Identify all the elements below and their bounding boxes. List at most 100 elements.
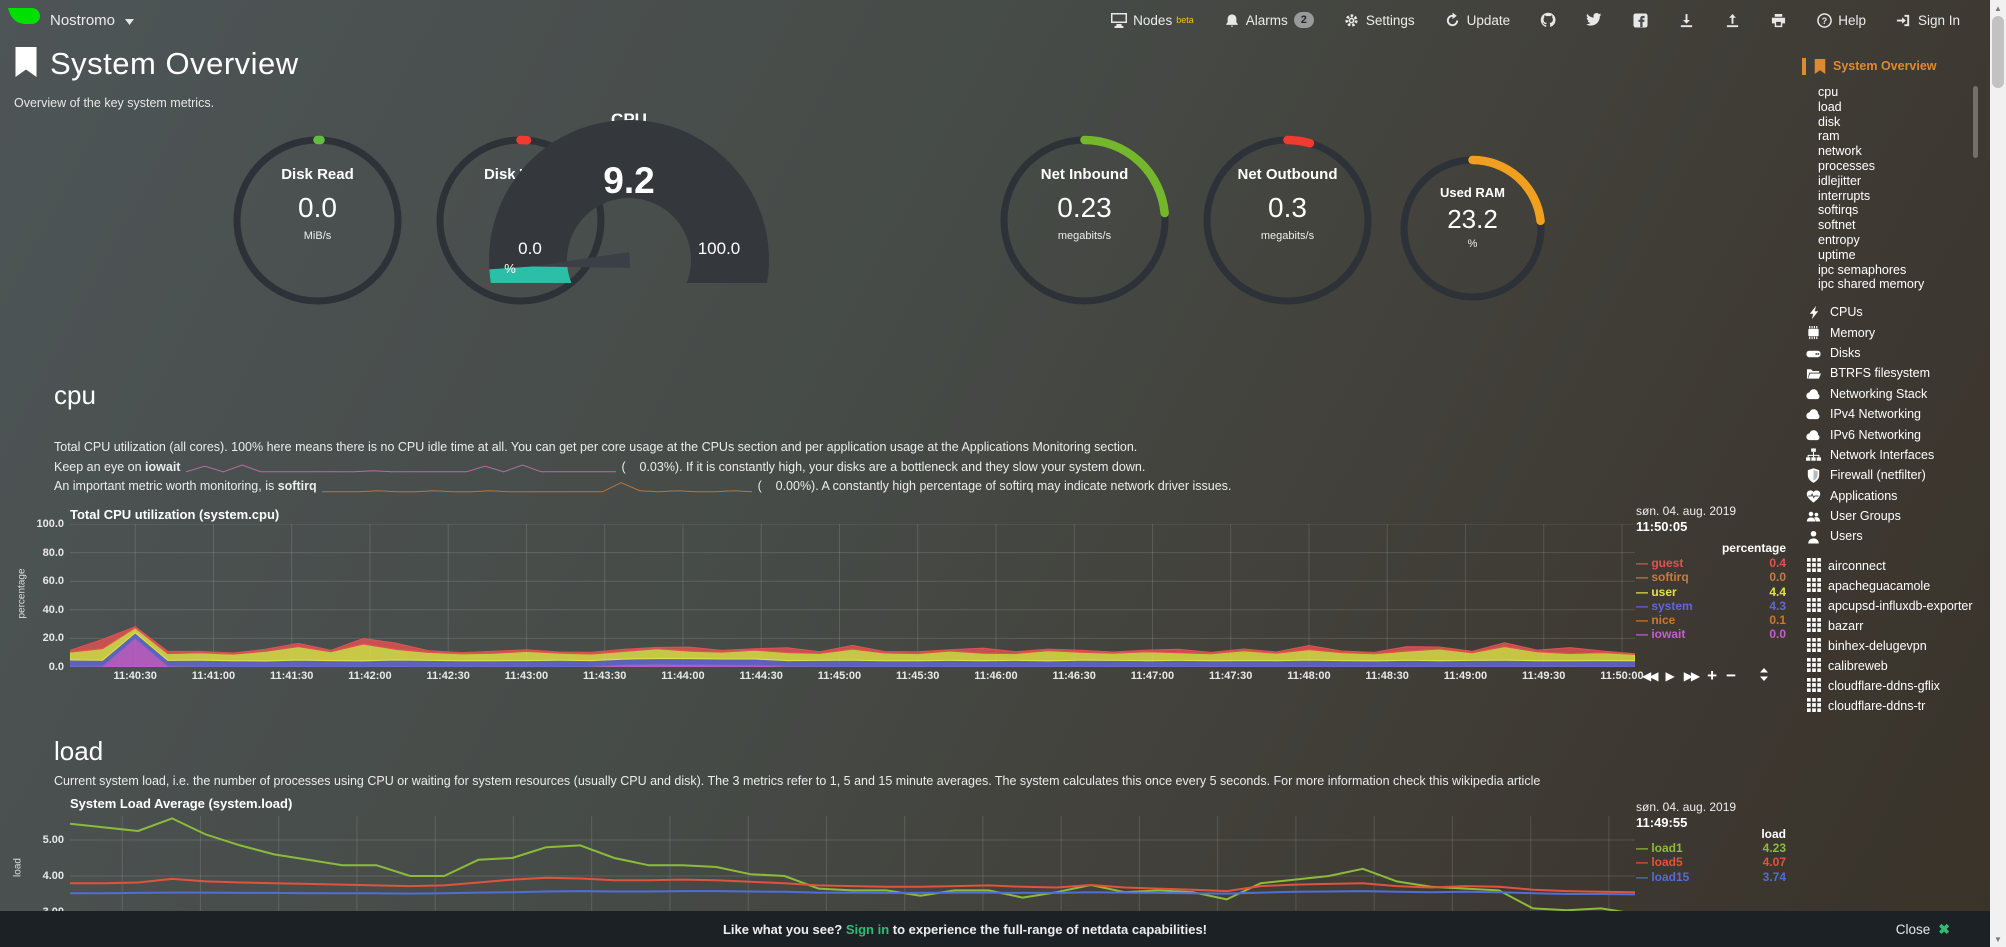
- y-tick: 4.00: [20, 870, 64, 882]
- nav-twitter[interactable]: [1586, 12, 1602, 28]
- legend-row-softirq[interactable]: — softirq0.0: [1636, 570, 1786, 584]
- sidebar-item-disks[interactable]: Disks: [1806, 343, 1992, 363]
- nav-import[interactable]: [1724, 12, 1740, 28]
- sidebar-item-processes[interactable]: processes: [1818, 159, 1992, 174]
- page-scrollbar[interactable]: ▲ ▼: [1990, 0, 2006, 947]
- pan-backward-icon[interactable]: ◀◀: [1642, 670, 1656, 682]
- gauge-net-outbound[interactable]: Net Outbound 0.3 megabits/s: [1199, 132, 1376, 309]
- sidebar-item-user-groups[interactable]: User Groups: [1806, 506, 1992, 526]
- legend-row-user[interactable]: — user4.4: [1636, 585, 1786, 599]
- cpu-chart[interactable]: [70, 524, 1635, 667]
- gauge-units: megabits/s: [996, 230, 1173, 242]
- sidebar-item-airconnect[interactable]: airconnect: [1806, 556, 1992, 576]
- gauge-title: Disk Read: [229, 166, 406, 183]
- scroll-up-icon[interactable]: ▲: [1990, 0, 2006, 16]
- sidebar-item-networking-stack[interactable]: Networking Stack: [1806, 384, 1992, 404]
- x-tick: 11:40:30: [105, 670, 165, 682]
- nav-help[interactable]: ? Help: [1816, 12, 1866, 28]
- caret-down-icon: [125, 13, 134, 28]
- sidebar-item-cloudflare-ddns-gflix[interactable]: cloudflare-ddns-gflix: [1806, 676, 1992, 696]
- sidebar-item-ram[interactable]: ram: [1818, 129, 1992, 144]
- legend-row-load1[interactable]: — load14.23: [1636, 841, 1786, 855]
- legend-row-load5[interactable]: — load54.07: [1636, 855, 1786, 869]
- x-tick: 11:45:00: [809, 670, 869, 682]
- sidebar-item-uptime[interactable]: uptime: [1818, 248, 1992, 263]
- sidebar-item-network-interfaces[interactable]: Network Interfaces: [1806, 445, 1992, 465]
- sidebar-item-applications[interactable]: Applications: [1806, 486, 1992, 506]
- sidebar-item-binhex-delugevpn[interactable]: binhex-delugevpn: [1806, 636, 1992, 656]
- heartbeat-icon: [1806, 489, 1821, 503]
- sidebar-item-btrfs-filesystem[interactable]: BTRFS filesystem: [1806, 363, 1992, 383]
- signin-icon: [1896, 12, 1912, 28]
- x-tick: 11:41:30: [262, 670, 322, 682]
- sidebar-item-disk[interactable]: disk: [1818, 115, 1992, 130]
- nav-facebook[interactable]: [1632, 12, 1648, 28]
- nav-nodes[interactable]: Nodesbeta: [1111, 12, 1194, 28]
- sidebar-item-apacheguacamole[interactable]: apacheguacamole: [1806, 576, 1992, 596]
- legend-row-guest[interactable]: — guest0.4: [1636, 556, 1786, 570]
- gauge-used-ram[interactable]: Used RAM 23.2 %: [1396, 152, 1549, 305]
- sidebar-item-calibreweb[interactable]: calibreweb: [1806, 656, 1992, 676]
- resize-handle-icon[interactable]: [1759, 668, 1769, 683]
- sidebar-item-cpu[interactable]: cpu: [1818, 85, 1992, 100]
- scrollbar-thumb[interactable]: [1992, 16, 2004, 88]
- legend-row-load15[interactable]: — load153.74: [1636, 870, 1786, 884]
- sidebar-item-softirqs[interactable]: softirqs: [1818, 203, 1992, 218]
- x-tick: 11:44:00: [653, 670, 713, 682]
- iowait-sparkline[interactable]: [186, 460, 616, 474]
- sidebar-item-firewall-netfilter-[interactable]: Firewall (netfilter): [1806, 465, 1992, 485]
- active-indicator: [1802, 58, 1806, 75]
- sidebar-item-cpus[interactable]: CPUs: [1806, 302, 1992, 322]
- sidebar-item-apcupsd-influxdb-exporter[interactable]: apcupsd-influxdb-exporter: [1806, 596, 1992, 616]
- scroll-down-icon[interactable]: ▼: [1990, 931, 2006, 947]
- gauge-cpu[interactable]: CPU 9.2 0.0 100.0 %: [469, 108, 789, 283]
- gauge-disk-read[interactable]: Disk Read 0.0 MiB/s: [229, 132, 406, 309]
- sidebar-item-network[interactable]: network: [1818, 144, 1992, 159]
- load-legend: — load14.23— load54.07— load153.74: [1636, 841, 1786, 884]
- load-chart[interactable]: [70, 816, 1635, 916]
- sidebar-item-cloudflare-ddns-tr[interactable]: cloudflare-ddns-tr: [1806, 696, 1992, 716]
- gauge-net-inbound[interactable]: Net Inbound 0.23 megabits/s: [996, 132, 1173, 309]
- legend-row-iowait[interactable]: — iowait0.0: [1636, 627, 1786, 641]
- sidebar-item-ipc-shared-memory[interactable]: ipc shared memory: [1818, 277, 1992, 292]
- sidebar-submenu: cpuloaddiskramnetworkprocessesidlejitter…: [1818, 85, 1992, 292]
- legend-label: — guest: [1636, 556, 1769, 570]
- signin-link[interactable]: Sign in: [846, 922, 889, 937]
- sidebar-item-idlejitter[interactable]: idlejitter: [1818, 174, 1992, 189]
- sidebar-item-entropy[interactable]: entropy: [1818, 233, 1992, 248]
- legend-row-system[interactable]: — system4.3: [1636, 599, 1786, 613]
- sidebar-item-bazarr[interactable]: bazarr: [1806, 616, 1992, 636]
- svg-text:?: ?: [1821, 15, 1826, 25]
- zoom-in-icon[interactable]: +: [1707, 670, 1717, 682]
- brand-menu[interactable]: Nostromo: [6, 6, 134, 34]
- sidebar-item-users[interactable]: Users: [1806, 526, 1992, 546]
- legend-label: — load15: [1636, 870, 1763, 884]
- x-tick: 11:43:00: [496, 670, 556, 682]
- close-banner-button[interactable]: Close ✖: [1896, 921, 1950, 938]
- sidebar-item-ipc-semaphores[interactable]: ipc semaphores: [1818, 263, 1992, 278]
- sidebar-item-memory[interactable]: Memory: [1806, 323, 1992, 343]
- nav-github[interactable]: [1540, 12, 1556, 28]
- nav-update[interactable]: Update: [1445, 12, 1511, 28]
- sidebar-item-system-overview[interactable]: System Overview: [1800, 56, 1992, 76]
- gauge-title: Net Outbound: [1199, 166, 1376, 183]
- nav-print[interactable]: [1770, 12, 1786, 28]
- legend-row-nice[interactable]: — nice0.1: [1636, 613, 1786, 627]
- nav-settings[interactable]: Settings: [1344, 12, 1415, 28]
- pan-forward-icon[interactable]: ▶▶: [1684, 670, 1698, 682]
- sidebar-item-softnet[interactable]: softnet: [1818, 218, 1992, 233]
- sidebar-item-interrupts[interactable]: interrupts: [1818, 189, 1992, 204]
- sidebar-scrollbar-thumb[interactable]: [1973, 86, 1978, 158]
- zoom-out-icon[interactable]: −: [1726, 670, 1736, 682]
- sidebar-item-load[interactable]: load: [1818, 100, 1992, 115]
- sidebar-item-ipv6-networking[interactable]: IPv6 Networking: [1806, 425, 1992, 445]
- nav-export[interactable]: [1678, 12, 1694, 28]
- sidebar-sections: CPUsMemoryDisksBTRFS filesystemNetworkin…: [1806, 302, 1992, 547]
- softirq-sparkline[interactable]: [322, 480, 752, 494]
- legend-value: 0.0: [1769, 627, 1786, 641]
- play-icon[interactable]: ▶: [1665, 670, 1674, 682]
- sidebar-item-ipv4-networking[interactable]: IPv4 Networking: [1806, 404, 1992, 424]
- nav-alarms[interactable]: Alarms 2: [1224, 12, 1314, 28]
- nav-signin[interactable]: Sign In: [1896, 12, 1960, 28]
- gauge-value: 0.23: [996, 192, 1173, 224]
